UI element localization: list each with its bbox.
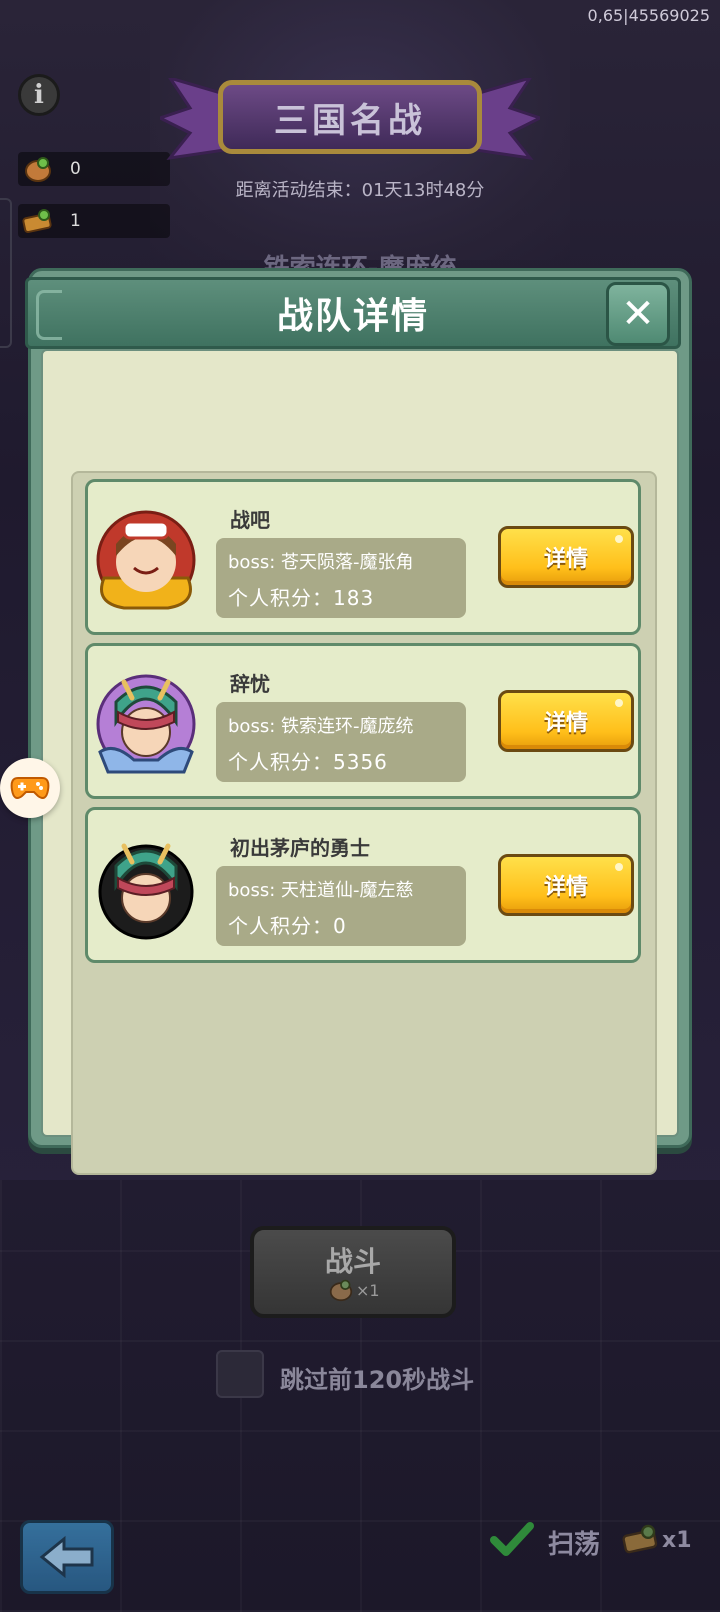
sweep-count: x1 <box>662 1528 692 1553</box>
modal-body: 战吧 boss: 苍天陨落-魔张角 个人积分：183 详情 辞忧 boss: 铁… <box>41 349 679 1175</box>
skip-label: 跳过前120秒战斗 <box>280 1366 475 1394</box>
ticket-icon <box>622 1524 658 1554</box>
dragon-helmet-avatar <box>96 674 196 774</box>
team-name: 辞忧 <box>230 672 270 696</box>
team-boss: boss: 苍天陨落-魔张角 <box>228 552 414 573</box>
team-boss: boss: 铁索连环-魔庞统 <box>228 716 414 737</box>
team-card: 辞忧 boss: 铁索连环-魔庞统 个人积分：5356 详情 <box>85 643 641 799</box>
coin-bag-icon <box>329 1279 353 1302</box>
gamepad-icon <box>10 777 50 799</box>
team-list[interactable]: 战吧 boss: 苍天陨落-魔张角 个人积分：183 详情 辞忧 boss: 铁… <box>71 471 657 1175</box>
detail-button-label: 详情 <box>543 711 588 736</box>
team-card: 初出茅庐的勇士 boss: 天柱道仙-魔左慈 个人积分：0 详情 <box>85 807 641 963</box>
team-detail-button[interactable]: 详情 <box>498 690 634 752</box>
fight-button[interactable]: 战斗 ×1 <box>250 1226 456 1318</box>
button-shine <box>615 535 623 543</box>
button-shine <box>615 699 623 707</box>
ticket-icon <box>20 206 56 236</box>
info-icon: i <box>34 80 44 110</box>
team-detail-button[interactable]: 详情 <box>498 854 634 916</box>
info-button[interactable]: i <box>18 74 60 116</box>
team-score: 个人积分：5356 <box>228 750 388 774</box>
team-info-box: boss: 铁索连环-魔庞统 个人积分：5356 <box>216 702 466 782</box>
team-score: 个人积分：0 <box>228 914 347 938</box>
sweep-check-icon[interactable] <box>490 1520 534 1560</box>
back-arrow-icon <box>39 1535 94 1579</box>
back-button[interactable] <box>20 1520 114 1594</box>
detail-button-label: 详情 <box>543 547 588 572</box>
event-title: 三国名战 <box>274 100 426 141</box>
modal-title: 战队详情 <box>276 296 429 337</box>
close-icon: ✕ <box>621 291 655 337</box>
event-countdown: 距离活动结束：01天13时48分 <box>235 180 485 201</box>
team-info-box: boss: 苍天陨落-魔张角 个人积分：183 <box>216 538 466 618</box>
debug-id-text: 0,65|45569025 <box>587 6 710 25</box>
dragon-helmet-avatar-dark <box>98 843 194 940</box>
team-boss: boss: 天柱道仙-魔左慈 <box>228 880 414 901</box>
event-title-banner: 三国名战 <box>160 60 540 180</box>
lion-hat-girl-avatar <box>96 510 196 610</box>
team-info-box: boss: 天柱道仙-魔左慈 个人积分：0 <box>216 866 466 946</box>
close-button[interactable]: ✕ <box>606 282 670 346</box>
team-details-modal: 战吧 boss: 苍天陨落-魔张角 个人积分：183 详情 辞忧 boss: 铁… <box>25 268 692 1175</box>
ticket-count: 1 <box>70 211 81 231</box>
team-card: 战吧 boss: 苍天陨落-魔张角 个人积分：183 详情 <box>85 479 641 635</box>
team-name: 初出茅庐的勇士 <box>230 836 370 860</box>
skip-checkbox[interactable] <box>216 1350 264 1398</box>
fight-cost-count: ×1 <box>356 1280 380 1300</box>
button-shine <box>615 863 623 871</box>
resource-ticket: 1 <box>18 204 170 238</box>
modal-header: 战队详情 ✕ <box>25 277 681 349</box>
detail-button-label: 详情 <box>543 875 588 900</box>
fight-label: 战斗 <box>324 1245 381 1278</box>
header-ornament <box>36 290 62 340</box>
sweep-label[interactable]: 扫荡 <box>548 1524 600 1561</box>
team-name: 战吧 <box>230 508 270 532</box>
team-score: 个人积分：183 <box>228 586 375 610</box>
fight-cost: ×1 <box>328 1278 380 1302</box>
team-detail-button[interactable]: 详情 <box>498 526 634 588</box>
event-title-plate: 三国名战 <box>218 80 482 154</box>
floating-gamepad-button[interactable] <box>0 758 60 818</box>
